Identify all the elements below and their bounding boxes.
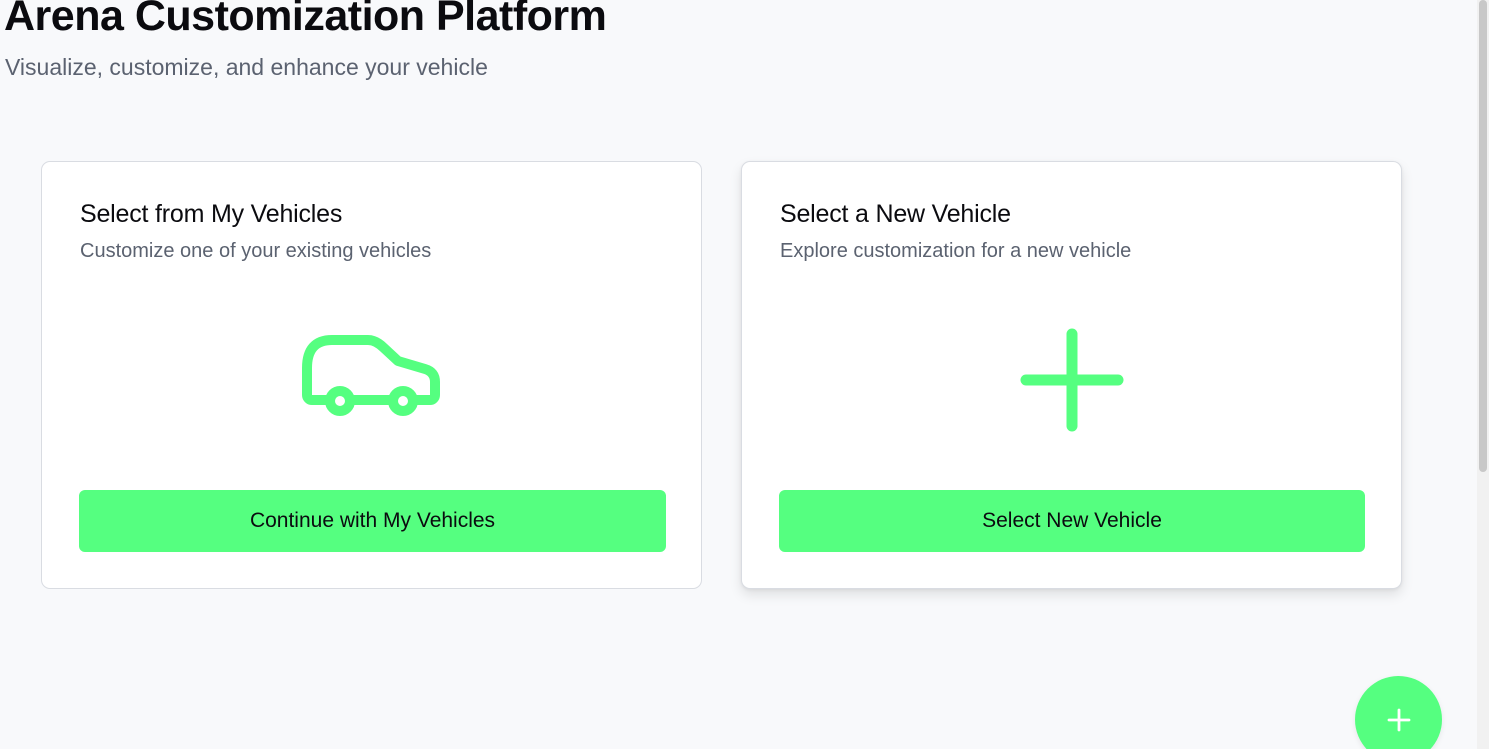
card-title: Select a New Vehicle bbox=[780, 200, 1011, 228]
page-subtitle: Visualize, customize, and enhance your v… bbox=[5, 54, 488, 80]
page-title: Arena Customization Platform bbox=[4, 0, 607, 40]
continue-with-my-vehicles-button[interactable]: Continue with My Vehicles bbox=[79, 490, 666, 552]
new-vehicle-card[interactable]: Select a New Vehicle Explore customizati… bbox=[741, 161, 1402, 589]
scrollbar-thumb[interactable] bbox=[1479, 0, 1487, 472]
card-title: Select from My Vehicles bbox=[80, 200, 343, 228]
page-header: Arena Customization Platform Visualize, … bbox=[4, 0, 607, 82]
vertical-scrollbar[interactable] bbox=[1477, 0, 1489, 749]
floating-add-button[interactable] bbox=[1355, 676, 1442, 749]
car-icon bbox=[301, 328, 442, 432]
page: Arena Customization Platform Visualize, … bbox=[0, 0, 1489, 749]
plus-icon bbox=[1387, 708, 1411, 732]
card-description: Explore customization for a new vehicle bbox=[780, 240, 1132, 262]
my-vehicles-card[interactable]: Select from My Vehicles Customize one of… bbox=[41, 161, 702, 589]
card-description: Customize one of your existing vehicles bbox=[80, 240, 432, 262]
plus-icon bbox=[1002, 328, 1142, 432]
select-new-vehicle-button[interactable]: Select New Vehicle bbox=[779, 490, 1365, 552]
